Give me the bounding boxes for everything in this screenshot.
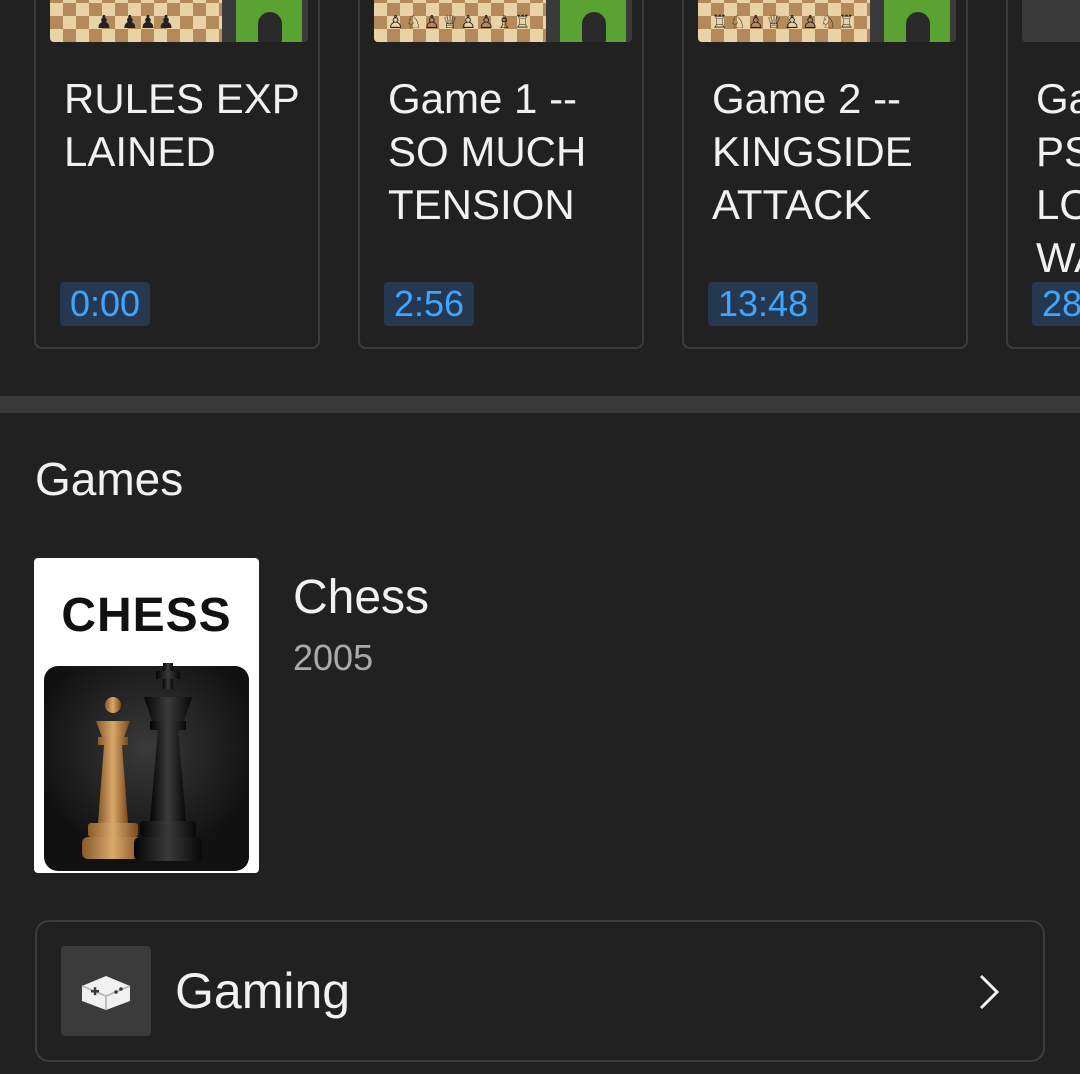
chapter-timestamp[interactable]: 28	[1032, 282, 1080, 326]
chapter-card[interactable]: ♖♘♙♕♙♙♘♖ Game 2 -- KINGSIDE ATTACK 13:48	[682, 0, 968, 349]
chapters-carousel: ♟ ♟♟♟ RULES EXP LAINED 0:00 ♙♘♙♕♙♙♗♖ Gam…	[0, 0, 1080, 396]
chessboard-image: ♖♘♙♕♙♙♘♖	[698, 0, 870, 42]
chapter-card[interactable]: ♟ ♟♟♟ RULES EXP LAINED 0:00	[34, 0, 320, 349]
game-art-text: CHESS	[61, 589, 232, 642]
game-title[interactable]: Chess	[293, 570, 429, 625]
webcam-image	[236, 0, 302, 42]
webcam-image	[560, 0, 626, 42]
chapter-thumbnail: ♙♘♙♕♙♙♗♖	[374, 0, 632, 42]
chapter-title: Game 2 -- KINGSIDE ATTACK	[712, 75, 913, 228]
chess-pieces-image	[44, 663, 249, 871]
chapter-title: RULES EXP LAINED	[64, 75, 300, 175]
chessboard-image: ♟ ♟♟♟	[50, 0, 222, 42]
topic-gaming-row[interactable]: Gaming	[35, 920, 1045, 1062]
game-box-art[interactable]: CHESS	[34, 558, 259, 873]
king-piece-icon	[134, 663, 202, 861]
chapter-title: Ga PS LO WA	[1036, 75, 1080, 281]
gamepad-icon	[61, 946, 151, 1036]
chevron-right-icon	[979, 974, 1000, 1010]
section-divider	[0, 396, 1080, 413]
section-title: Games	[35, 453, 184, 505]
chapter-timestamp[interactable]: 2:56	[384, 282, 475, 326]
topic-label: Gaming	[175, 963, 351, 1019]
webcam-image	[884, 0, 950, 42]
chapter-thumbnail	[1022, 0, 1080, 42]
chapter-card[interactable]: Ga PS LO WA 28	[1006, 0, 1080, 349]
chapter-title: Game 1 -- SO MUCH TENSION	[388, 75, 587, 228]
chapter-timestamp[interactable]: 0:00	[60, 282, 151, 326]
chapter-thumbnail: ♖♘♙♕♙♙♘♖	[698, 0, 956, 42]
chapter-thumbnail: ♟ ♟♟♟	[50, 0, 308, 42]
game-year: 2005	[293, 637, 374, 678]
chapter-timestamp[interactable]: 13:48	[708, 282, 819, 326]
chapter-card[interactable]: ♙♘♙♕♙♙♗♖ Game 1 -- SO MUCH TENSION 2:56	[358, 0, 644, 349]
chessboard-image: ♙♘♙♕♙♙♗♖	[374, 0, 546, 42]
